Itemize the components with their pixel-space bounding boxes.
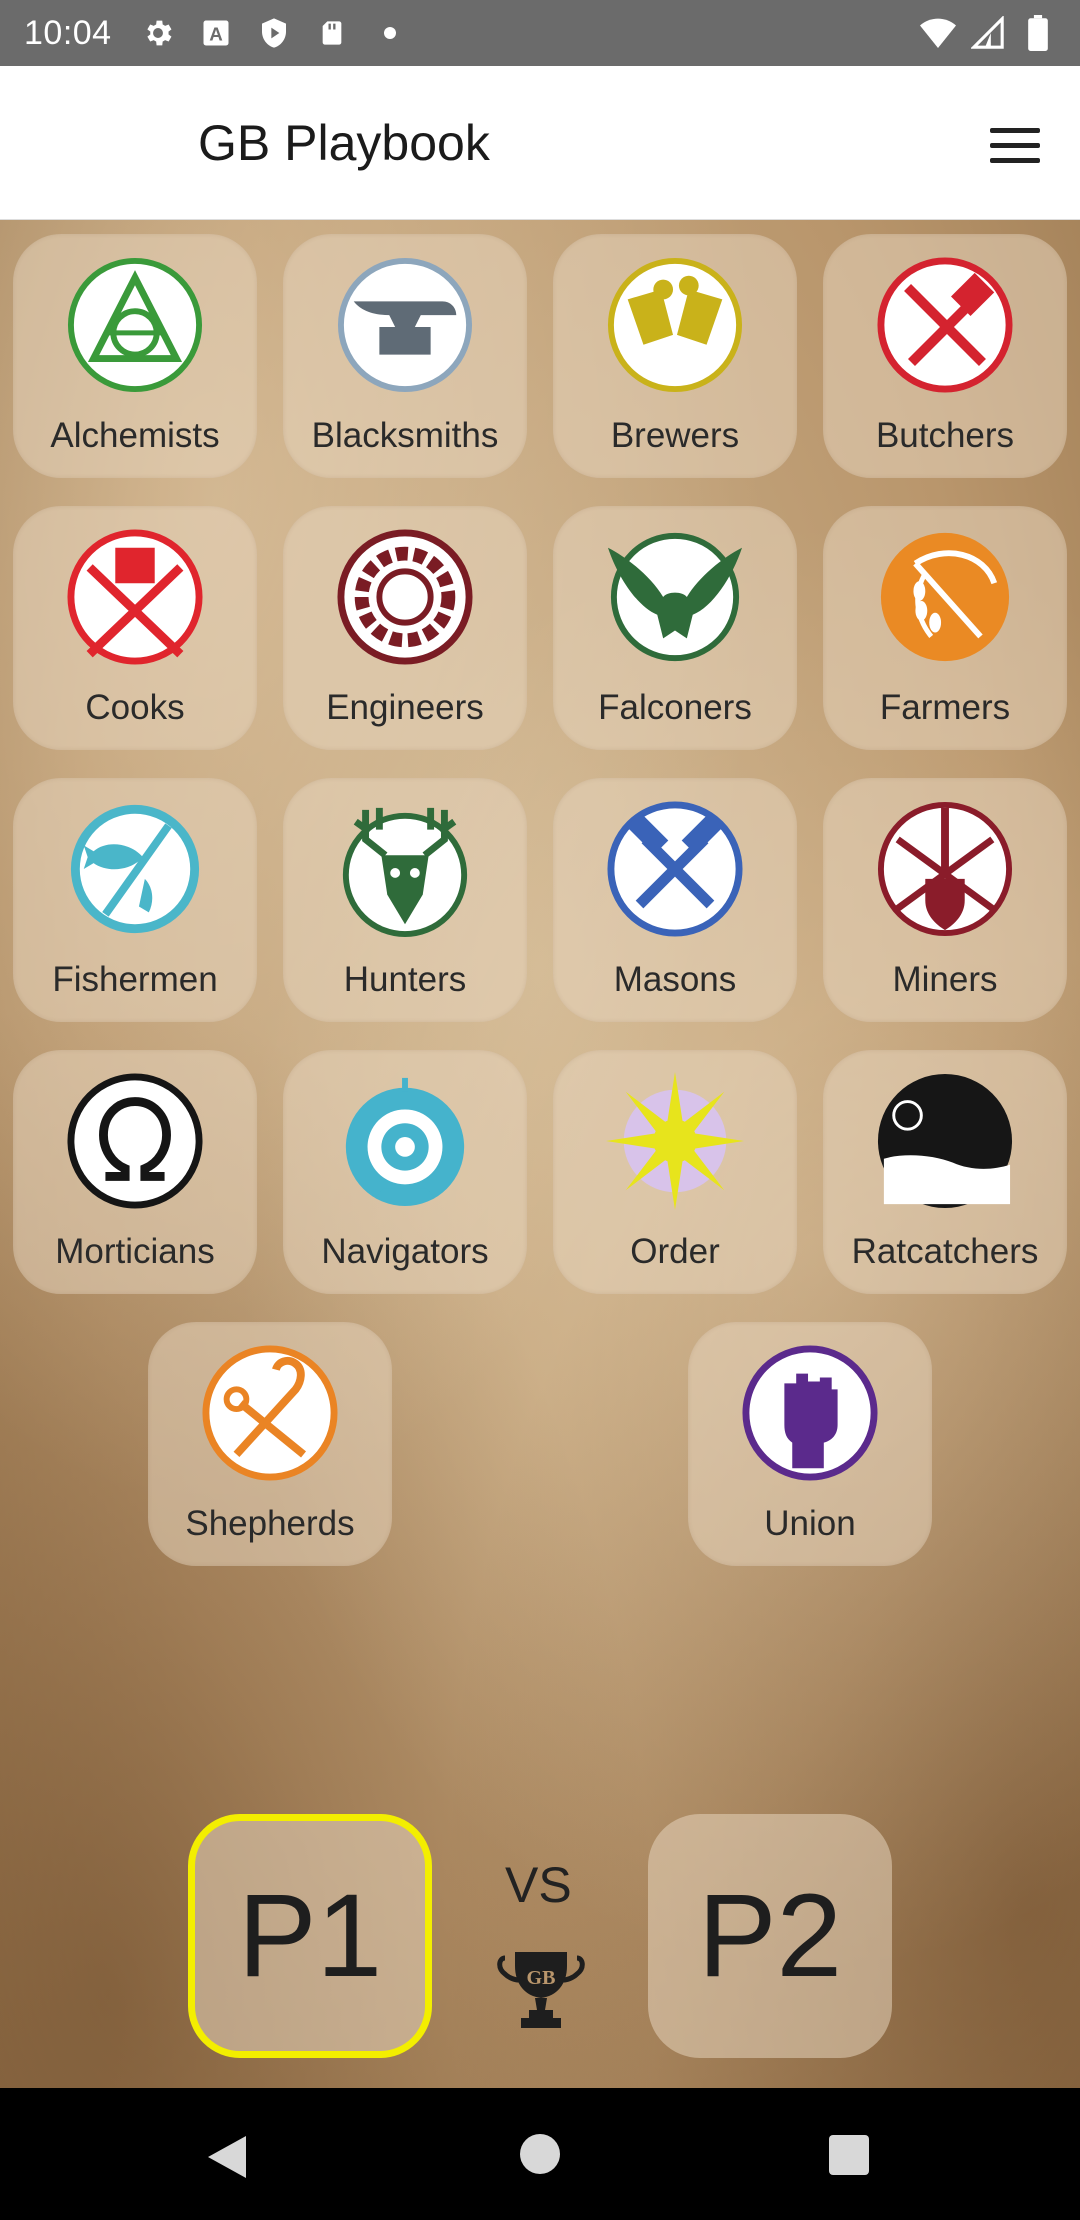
gear-icon bbox=[337, 529, 473, 665]
guild-tile-brewers[interactable]: Brewers bbox=[553, 234, 797, 478]
a-box-icon: A bbox=[198, 15, 234, 51]
guild-tile-butchers[interactable]: Butchers bbox=[823, 234, 1067, 478]
guild-label: Morticians bbox=[55, 1232, 215, 1271]
signal-icon bbox=[970, 15, 1006, 51]
beer-mugs-icon bbox=[607, 257, 743, 393]
anvil-icon bbox=[337, 257, 473, 393]
guild-label: Order bbox=[630, 1232, 720, 1271]
guild-tile-falconers[interactable]: Falconers bbox=[553, 506, 797, 750]
guild-label: Engineers bbox=[326, 688, 484, 727]
svg-text:A: A bbox=[209, 24, 223, 45]
cleaver-icon bbox=[877, 257, 1013, 393]
guild-label: Cooks bbox=[85, 688, 185, 727]
crook-shears-icon bbox=[202, 1345, 338, 1481]
player-one-button[interactable]: P1 bbox=[188, 1814, 432, 2058]
app-bar: GB Playbook bbox=[0, 66, 1080, 220]
guild-label: Union bbox=[764, 1504, 856, 1543]
guild-tile-ratcatchers[interactable]: Ratcatchers bbox=[823, 1050, 1067, 1294]
dot-icon bbox=[372, 15, 408, 51]
guild-label: Fishermen bbox=[52, 960, 218, 999]
wifi-icon bbox=[920, 15, 956, 51]
guild-tile-masons[interactable]: Masons bbox=[553, 778, 797, 1022]
guild-tile-blacksmiths[interactable]: Blacksmiths bbox=[283, 234, 527, 478]
alchemists-icon bbox=[67, 257, 203, 393]
settings-icon bbox=[140, 15, 176, 51]
guild-tile-navigators[interactable]: Navigators bbox=[283, 1050, 527, 1294]
guild-label: Alchemists bbox=[50, 416, 220, 455]
back-triangle-icon[interactable] bbox=[206, 2134, 248, 2180]
guild-tile-order[interactable]: Order bbox=[553, 1050, 797, 1294]
ship-wheel-icon bbox=[345, 1077, 465, 1207]
hamburger-menu-icon[interactable] bbox=[980, 110, 1050, 180]
guild-label: Butchers bbox=[875, 416, 1015, 455]
raised-fist-icon bbox=[742, 1345, 878, 1481]
status-bar: 10:04 A bbox=[0, 0, 1080, 66]
guild-tile-shepherds[interactable]: Shepherds bbox=[148, 1322, 392, 1566]
vs-label: VS bbox=[505, 1857, 572, 1913]
sd-card-icon bbox=[314, 15, 350, 51]
guild-label: Farmers bbox=[879, 688, 1011, 727]
guild-tile-morticians[interactable]: Morticians bbox=[13, 1050, 257, 1294]
status-system-icons bbox=[920, 15, 1056, 51]
fish-icon bbox=[70, 804, 200, 934]
guild-selection-area: Alchemists Blacksmiths Brewers Butchers bbox=[0, 220, 1080, 2088]
omega-icon bbox=[67, 1073, 203, 1209]
guild-label: Hunters bbox=[343, 960, 467, 999]
guild-label: Miners bbox=[892, 960, 998, 999]
guild-label: Masons bbox=[613, 960, 737, 999]
recents-square-icon[interactable] bbox=[829, 2135, 869, 2175]
falcon-icon bbox=[607, 532, 743, 662]
status-time: 10:04 bbox=[24, 13, 112, 52]
guild-tile-farmers[interactable]: Farmers bbox=[823, 506, 1067, 750]
shield-icon bbox=[256, 15, 292, 51]
system-nav-bar bbox=[0, 2088, 1080, 2220]
guild-tile-miners[interactable]: Miners bbox=[823, 778, 1067, 1022]
crossed-hammers-icon bbox=[607, 801, 743, 937]
page-title: GB Playbook bbox=[198, 115, 490, 171]
guild-tile-fishermen[interactable]: Fishermen bbox=[13, 778, 257, 1022]
sun-icon bbox=[606, 1072, 744, 1210]
guild-label: Falconers bbox=[598, 688, 752, 727]
home-circle-icon[interactable] bbox=[520, 2134, 560, 2174]
status-notification-icons: A bbox=[140, 15, 408, 51]
rat-icon bbox=[877, 1073, 1013, 1209]
pick-shovel-icon bbox=[877, 801, 1013, 937]
battery-icon bbox=[1020, 15, 1056, 51]
gb-trophy-logo-icon: GB bbox=[497, 1952, 585, 2028]
guild-label: Brewers bbox=[610, 416, 740, 455]
svg-text:GB: GB bbox=[527, 1967, 556, 1989]
guild-tile-cooks[interactable]: Cooks bbox=[13, 506, 257, 750]
guild-tile-hunters[interactable]: Hunters bbox=[283, 778, 527, 1022]
player-two-button[interactable]: P2 bbox=[648, 1814, 892, 2058]
guild-label: Navigators bbox=[321, 1232, 489, 1271]
wheat-scythe-icon bbox=[880, 532, 1010, 662]
stag-skull-icon bbox=[342, 807, 468, 938]
guild-tile-union[interactable]: Union bbox=[688, 1322, 932, 1566]
guild-tile-engineers[interactable]: Engineers bbox=[283, 506, 527, 750]
chef-hat-icon bbox=[67, 529, 203, 665]
guild-label: Shepherds bbox=[185, 1504, 355, 1543]
guild-tile-alchemists[interactable]: Alchemists bbox=[13, 234, 257, 478]
guild-label: Ratcatchers bbox=[851, 1232, 1039, 1271]
guild-label: Blacksmiths bbox=[311, 416, 499, 455]
